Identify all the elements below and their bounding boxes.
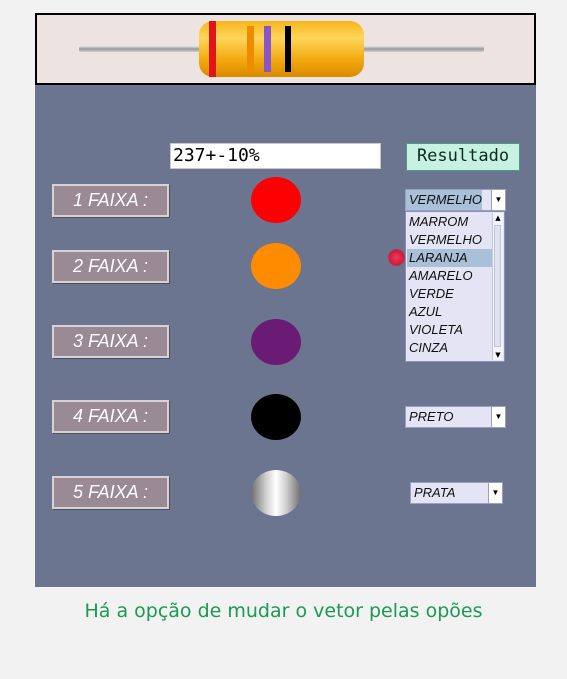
- dropdown-scrollbar[interactable]: ▲ ▼: [492, 213, 503, 360]
- band-1-button[interactable]: 1 FAIXA :: [52, 184, 169, 217]
- mouse-cursor-indicator: [388, 249, 405, 266]
- band-5-selected-value: PRATA: [414, 485, 456, 500]
- resistor-lead-left: [79, 46, 201, 52]
- band-1-color-swatch: [251, 177, 301, 223]
- result-button[interactable]: Resultado: [406, 143, 520, 171]
- resistor-band-2: [247, 26, 254, 72]
- band-3-button[interactable]: 3 FAIXA :: [52, 325, 169, 358]
- band-1-selected-value: VERMELHO: [406, 190, 482, 210]
- band-5-color-select[interactable]: PRATA ▼: [410, 482, 503, 504]
- band-4-color-swatch: [251, 394, 301, 440]
- dropdown-option[interactable]: VIOLETA: [407, 321, 493, 339]
- resistor-band-3: [264, 26, 271, 72]
- caption-text: Há a opção de mudar o vetor pelas opões: [84, 600, 483, 622]
- resistor-band-1: [209, 21, 216, 77]
- resistor-band-4: [285, 26, 291, 72]
- dropdown-option-highlighted[interactable]: LARANJA: [407, 249, 493, 267]
- chevron-down-icon[interactable]: ▼: [488, 483, 502, 503]
- resistor-body: [199, 21, 364, 77]
- resistor-header: [35, 13, 536, 85]
- band-2-button[interactable]: 2 FAIXA :: [52, 250, 169, 283]
- dropdown-option[interactable]: AMARELO: [407, 267, 493, 285]
- dropdown-option[interactable]: MARROM: [407, 213, 493, 231]
- band-4-button[interactable]: 4 FAIXA :: [52, 400, 169, 433]
- resistor-image: [79, 21, 484, 77]
- scrollbar-thumb[interactable]: [494, 225, 501, 347]
- band-3-color-swatch: [251, 319, 301, 365]
- dropdown-option[interactable]: VERDE: [407, 285, 493, 303]
- band-4-color-select[interactable]: PRETO ▼: [405, 406, 506, 428]
- band-4-selected-value: PRETO: [409, 409, 454, 424]
- chevron-down-icon[interactable]: ▼: [491, 190, 505, 210]
- scroll-up-icon[interactable]: ▲: [493, 213, 503, 223]
- band-5-button[interactable]: 5 FAIXA :: [52, 476, 169, 509]
- band-color-dropdown-list[interactable]: MARROM VERMELHO LARANJA AMARELO VERDE AZ…: [405, 211, 505, 362]
- scroll-down-icon[interactable]: ▼: [493, 350, 503, 360]
- band-2-color-swatch: [251, 243, 301, 289]
- chevron-down-icon[interactable]: ▼: [491, 407, 505, 427]
- resistor-calculator-window: 237+-10% Resultado 1 FAIXA : 2 FAIXA : 3…: [35, 13, 536, 587]
- result-field[interactable]: 237+-10%: [170, 143, 381, 169]
- dropdown-option[interactable]: CINZA: [407, 339, 493, 357]
- band-5-color-swatch: [251, 470, 301, 516]
- band-1-color-select[interactable]: VERMELHO ▼: [405, 189, 506, 211]
- resistor-lead-right: [362, 46, 484, 52]
- dropdown-option[interactable]: VERMELHO: [407, 231, 493, 249]
- dropdown-option[interactable]: AZUL: [407, 303, 493, 321]
